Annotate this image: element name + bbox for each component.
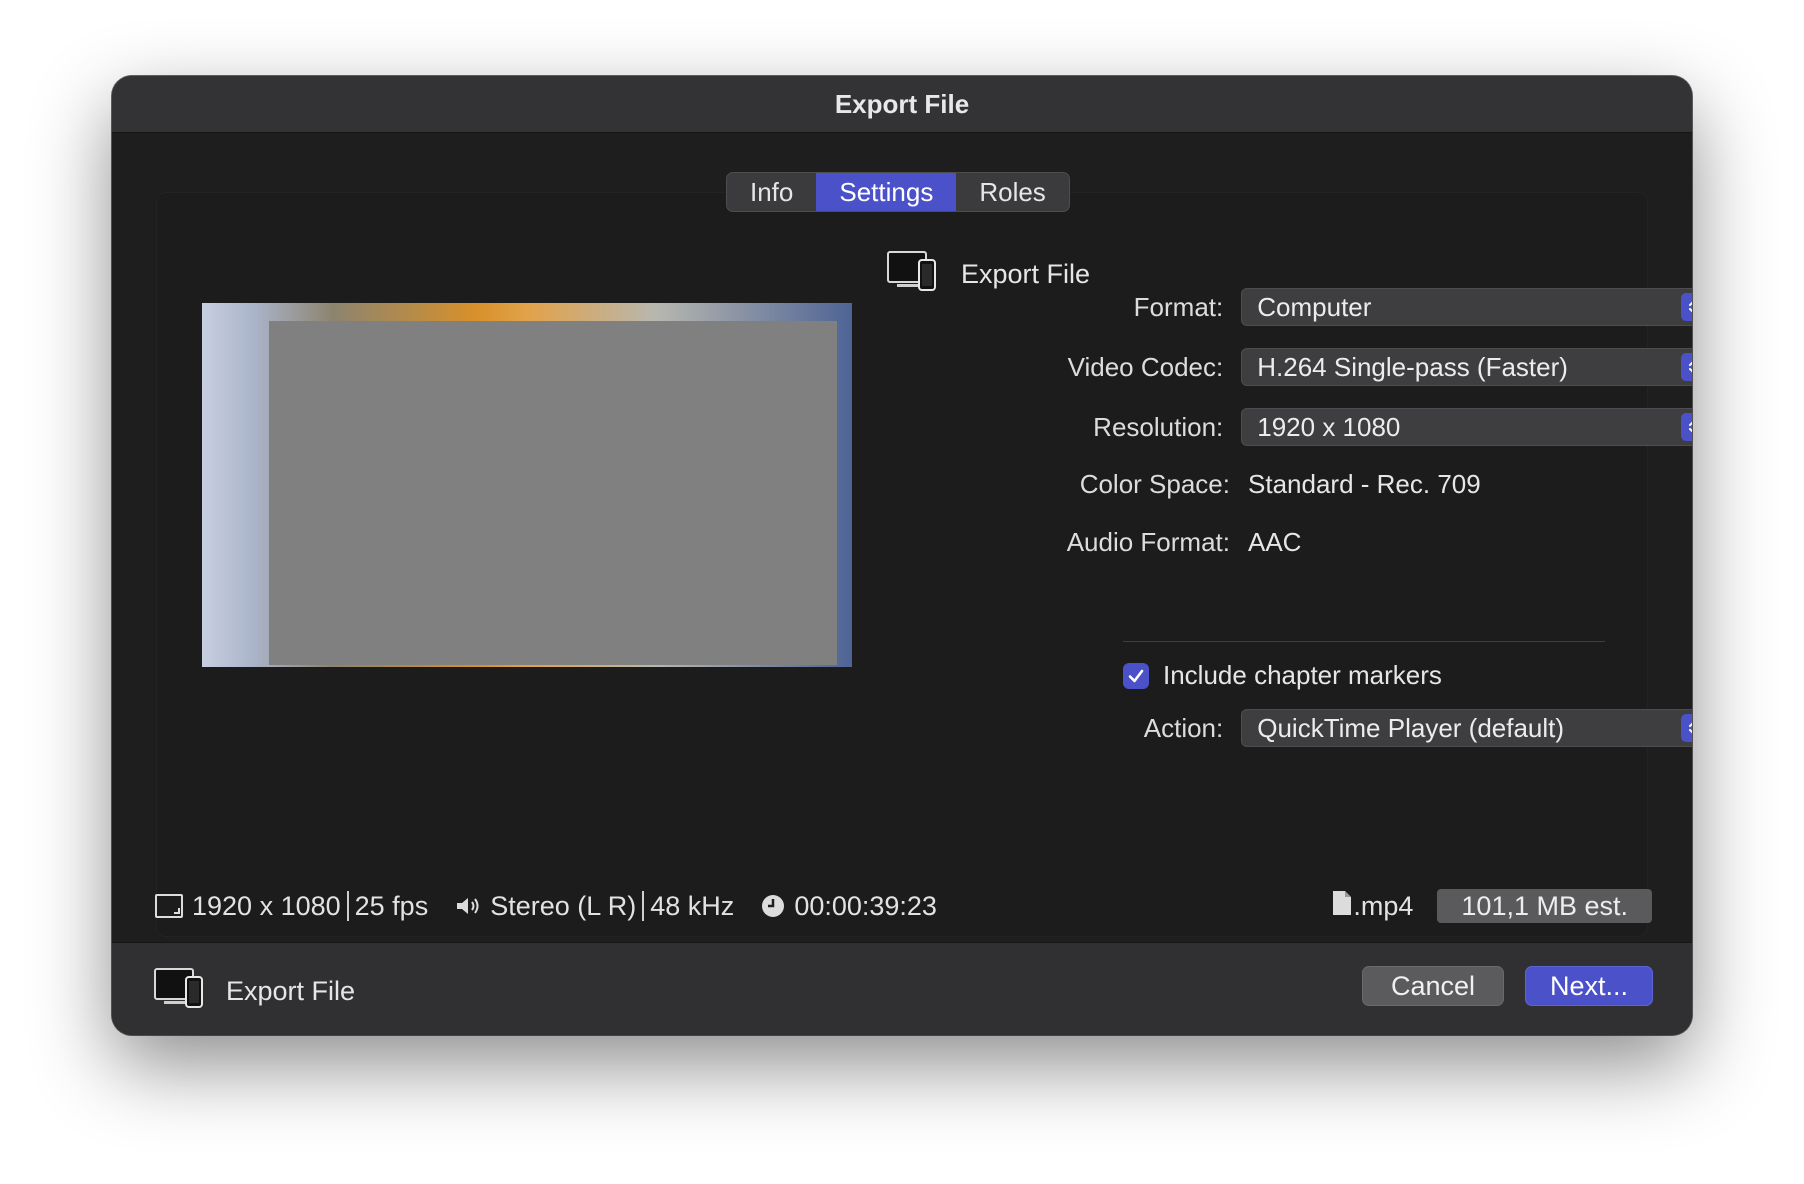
tab-bar: Info Settings Roles (726, 172, 1070, 212)
resolution-popup[interactable]: 1920 x 1080 (1241, 408, 1692, 446)
section-divider (1123, 641, 1605, 642)
action-popup[interactable]: QuickTime Player (default) (1241, 709, 1692, 747)
action-label: Action: (1143, 712, 1224, 743)
estimated-size-badge: 101,1 MB est. (1437, 889, 1652, 923)
audio-format-value: AAC (1248, 527, 1302, 557)
color-space-label: Color Space: (1079, 469, 1230, 499)
video-preview-thumbnail (202, 303, 852, 667)
info-audio-channels: Stereo (L R) (490, 890, 637, 921)
format-popup[interactable]: Computer (1241, 288, 1692, 326)
resolution-row: Resolution: 1920 x 1080 (892, 408, 1692, 446)
video-codec-popup[interactable]: H.264 Single-pass (Faster) (1241, 348, 1692, 386)
info-fps: 25 fps (354, 890, 429, 921)
chapter-markers-label: Include chapter markers (1163, 660, 1442, 690)
video-codec-value: H.264 Single-pass (Faster) (1257, 351, 1568, 382)
frame-size-icon (154, 893, 184, 919)
format-row: Format: Computer (892, 288, 1692, 326)
title-bar: Export File (112, 76, 1692, 133)
chevron-updown-icon (1681, 353, 1692, 381)
tab-settings[interactable]: Settings (816, 173, 957, 211)
tab-roles[interactable]: Roles (956, 173, 1068, 211)
format-value: Computer (1257, 291, 1372, 322)
export-dialog: Export File Info Settings Roles Export F… (112, 76, 1692, 1035)
cancel-button[interactable]: Cancel (1362, 966, 1504, 1006)
chapter-markers-checkbox[interactable] (1123, 662, 1149, 689)
color-space-value: Standard - Rec. 709 (1248, 469, 1481, 499)
destination-label: Export File (961, 259, 1091, 289)
resolution-label: Resolution: (1093, 411, 1224, 442)
audio-format-row: Audio Format: AAC (892, 527, 1692, 558)
footer-destination: Export File (154, 967, 355, 1016)
file-extension: .mp4 (1353, 890, 1414, 921)
action-row: Action: QuickTime Player (default) (892, 709, 1692, 747)
preview-redaction-block (269, 321, 837, 665)
info-duration: 00:00:39:23 (794, 890, 937, 921)
info-resolution: 1920 x 1080 (192, 890, 341, 921)
computer-device-icon (154, 967, 206, 1016)
action-value: QuickTime Player (default) (1257, 712, 1565, 743)
chevron-updown-icon (1681, 714, 1692, 742)
format-label: Format: (1133, 291, 1224, 322)
chevron-updown-icon (1681, 293, 1692, 321)
next-button[interactable]: Next... (1525, 966, 1653, 1006)
info-sample-rate: 48 kHz (650, 890, 735, 921)
resolution-value: 1920 x 1080 (1257, 411, 1401, 442)
color-space-row: Color Space: Standard - Rec. 709 (892, 469, 1692, 500)
info-separator (642, 891, 645, 921)
chevron-updown-icon (1681, 413, 1692, 441)
file-info: .mp4 101,1 MB est. (1331, 886, 1652, 926)
clock-icon (760, 893, 786, 919)
info-separator (346, 891, 349, 921)
chapter-markers-row: Include chapter markers (1123, 660, 1442, 691)
export-info-bar: 1920 x 1080 25 fps Stereo (L R) 48 kHz 0… (154, 886, 937, 926)
tab-info[interactable]: Info (727, 173, 816, 211)
dialog-footer: Export File Cancel Next... (112, 942, 1692, 1035)
video-codec-row: Video Codec: H.264 Single-pass (Faster) (892, 348, 1692, 386)
speaker-icon (454, 894, 482, 918)
document-icon (1331, 889, 1353, 924)
window-title: Export File (834, 88, 970, 119)
audio-format-label: Audio Format: (1066, 527, 1230, 557)
checkmark-icon (1128, 669, 1144, 682)
video-codec-label: Video Codec: (1067, 351, 1224, 382)
footer-destination-label: Export File (226, 976, 356, 1006)
